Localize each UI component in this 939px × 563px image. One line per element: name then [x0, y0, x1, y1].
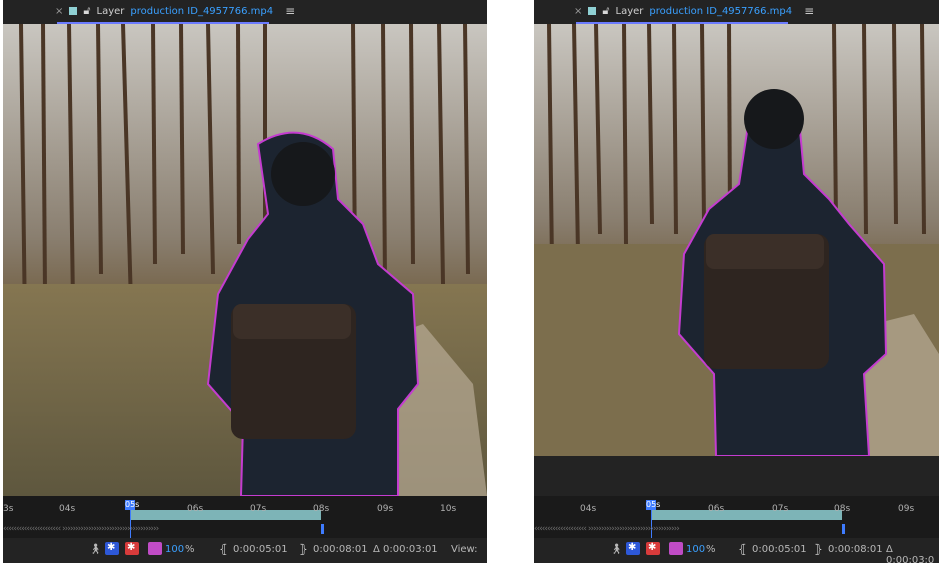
time-ruler[interactable]: 04s 06s 07s 08s 09s 05s [534, 498, 939, 540]
duration-value: Δ 0:00:03:0 [886, 544, 935, 563]
tick-label: 07s [772, 504, 789, 514]
refine-edge-icon[interactable]: ✱ [125, 542, 139, 555]
layer-viewer[interactable] [3, 24, 487, 496]
video-frame [534, 24, 939, 456]
video-frame [3, 24, 487, 496]
layer-tab[interactable]: × 🔓︎ Layer production ID_4957766.mp4 ≡ [55, 0, 295, 22]
tick-label: 09s [377, 504, 394, 514]
out-point-value[interactable]: 0:00:08:01 [828, 544, 883, 555]
roto-brush-icon[interactable]: ✱ [105, 542, 119, 555]
mask-keyframe-track: ‹‹‹‹‹‹‹‹‹‹‹‹‹‹‹‹‹‹‹‹ ›››››››››››››››››››… [534, 524, 680, 534]
layer-timeline[interactable]: 04s 06s 07s 08s 09s 05s ‹‹‹‹‹‹‹‹‹‹‹‹‹‹‹‹… [534, 496, 939, 542]
tick-label: 08s [834, 504, 851, 514]
current-time-indicator[interactable]: 05s [646, 500, 660, 510]
close-icon[interactable]: × [574, 6, 582, 17]
beanie [744, 89, 804, 149]
lock-icon[interactable]: 🔓︎ [83, 4, 90, 18]
magenta-swatch-icon[interactable] [669, 542, 683, 555]
work-area-bar[interactable] [131, 510, 321, 520]
out-point-value[interactable]: 0:00:08:01 [313, 544, 368, 555]
close-icon[interactable]: × [55, 6, 63, 17]
mask-keyframe-track: ‹‹‹‹‹‹‹‹‹‹‹‹‹‹‹‹‹‹‹‹‹‹ ›››››››››››››››››… [3, 524, 159, 534]
work-area-bar[interactable] [652, 510, 842, 520]
panel-tab-bar: × 🔓︎ Layer production ID_4957766.mp4 ≡ [534, 0, 939, 24]
tick-label: 09s [898, 504, 915, 514]
tick-label: 08s [313, 504, 330, 514]
tick-label: 07s [250, 504, 267, 514]
magenta-swatch-icon[interactable] [148, 542, 162, 555]
tick-label: 04s [59, 504, 76, 514]
out-bracket-icon[interactable]: ⦄ [814, 542, 823, 556]
duration-value: Δ 0:00:03:01 [373, 544, 438, 555]
zoom-value[interactable]: 100 [165, 544, 184, 555]
tab-label: Layer [615, 5, 644, 17]
beanie [271, 142, 335, 206]
tick-label: 10s [440, 504, 457, 514]
puppet-icon[interactable]: 🚶︎ [89, 544, 102, 555]
in-bracket-icon[interactable]: ⦃ [738, 542, 747, 556]
out-bracket-icon[interactable]: ⦄ [299, 542, 308, 556]
tick-label: 3s [3, 504, 14, 514]
layer-timeline[interactable]: 3s 04s 06s 07s 08s 09s 10s 05s ‹‹‹‹‹‹‹‹‹… [3, 496, 487, 542]
zoom-percent-label: % [185, 544, 195, 555]
viewer-footer: 🚶︎ ✱ ✱ 100 % ⦃ 0:00:05:01 ⦄ 0:00:08:01 Δ… [534, 538, 939, 563]
view-label[interactable]: View: [451, 544, 478, 555]
tab-source-name: production ID_4957766.mp4 [130, 5, 274, 17]
tick-label: 06s [708, 504, 725, 514]
layer-viewer[interactable] [534, 24, 939, 456]
roto-brush-icon[interactable]: ✱ [626, 542, 640, 555]
viewer-footer: 🚶︎ ✱ ✱ 100 % ⦃ 0:00:05:01 ⦄ 0:00:08:01 Δ… [3, 538, 487, 563]
current-time-indicator[interactable]: 05s [125, 500, 139, 510]
puppet-icon[interactable]: 🚶︎ [610, 544, 623, 555]
refine-edge-icon[interactable]: ✱ [646, 542, 660, 555]
color-swatch-icon [69, 7, 78, 15]
tick-label: 04s [580, 504, 597, 514]
lock-icon[interactable]: 🔓︎ [602, 4, 609, 18]
in-bracket-icon[interactable]: ⦃ [219, 542, 228, 556]
tick-label: 06s [187, 504, 204, 514]
panel-tab-bar: × 🔓︎ Layer production ID_4957766.mp4 ≡ [3, 0, 487, 24]
in-point-value[interactable]: 0:00:05:01 [752, 544, 807, 555]
layer-panel-right: × 🔓︎ Layer production ID_4957766.mp4 ≡ 0… [534, 0, 939, 563]
panel-menu-icon[interactable]: ≡ [285, 4, 295, 18]
panel-menu-icon[interactable]: ≡ [804, 4, 814, 18]
out-point-marker[interactable] [842, 524, 845, 534]
in-point-value[interactable]: 0:00:05:01 [233, 544, 288, 555]
zoom-percent-label: % [706, 544, 716, 555]
viewer-pasteboard [534, 456, 939, 496]
tab-label: Layer [96, 5, 125, 17]
tab-source-name: production ID_4957766.mp4 [649, 5, 793, 17]
zoom-value[interactable]: 100 [686, 544, 705, 555]
out-point-marker[interactable] [321, 524, 324, 534]
layer-tab[interactable]: × 🔓︎ Layer production ID_4957766.mp4 ≡ [574, 0, 814, 22]
layer-panel-left: × 🔓︎ Layer production ID_4957766.mp4 ≡ 3… [3, 0, 487, 563]
time-ruler[interactable]: 3s 04s 06s 07s 08s 09s 10s 05s [3, 498, 487, 540]
color-swatch-icon [588, 7, 597, 15]
